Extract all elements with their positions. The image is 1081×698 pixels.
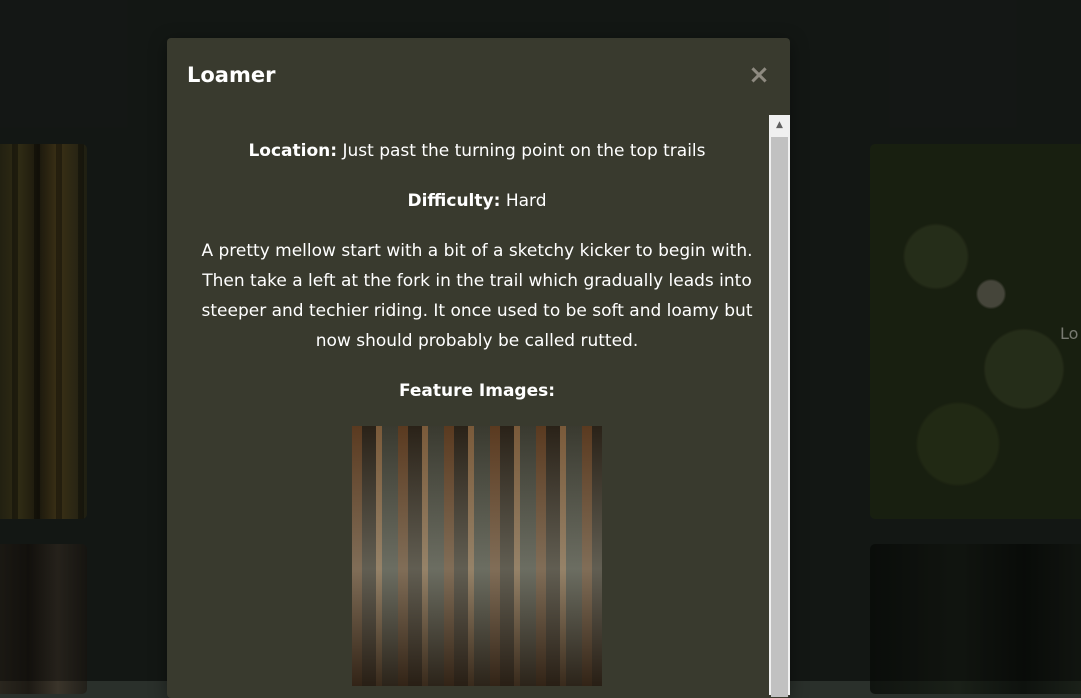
scroll-up-arrow-icon[interactable]: ▲: [769, 115, 790, 135]
close-icon[interactable]: ×: [748, 62, 770, 88]
location-label: Location:: [248, 141, 338, 161]
location-value: Just past the turning point on the top t…: [342, 141, 706, 161]
location-row: Location: Just past the turning point on…: [187, 136, 767, 166]
feature-image[interactable]: [352, 426, 602, 686]
trail-description: A pretty mellow start with a bit of a sk…: [201, 241, 753, 351]
difficulty-label: Difficulty:: [407, 191, 501, 211]
feature-images-heading: Feature Images:: [398, 381, 556, 401]
modal-body: Location: Just past the turning point on…: [187, 136, 767, 686]
scroll-thumb[interactable]: [771, 137, 788, 697]
modal-title: Loamer: [187, 63, 276, 87]
difficulty-value: Hard: [505, 191, 547, 211]
trail-modal: Loamer × Location: Just past the turning…: [167, 38, 790, 698]
modal-header: Loamer ×: [167, 38, 790, 116]
difficulty-row: Difficulty: Hard: [187, 186, 767, 216]
modal-scrollbar[interactable]: ▲: [769, 115, 790, 697]
